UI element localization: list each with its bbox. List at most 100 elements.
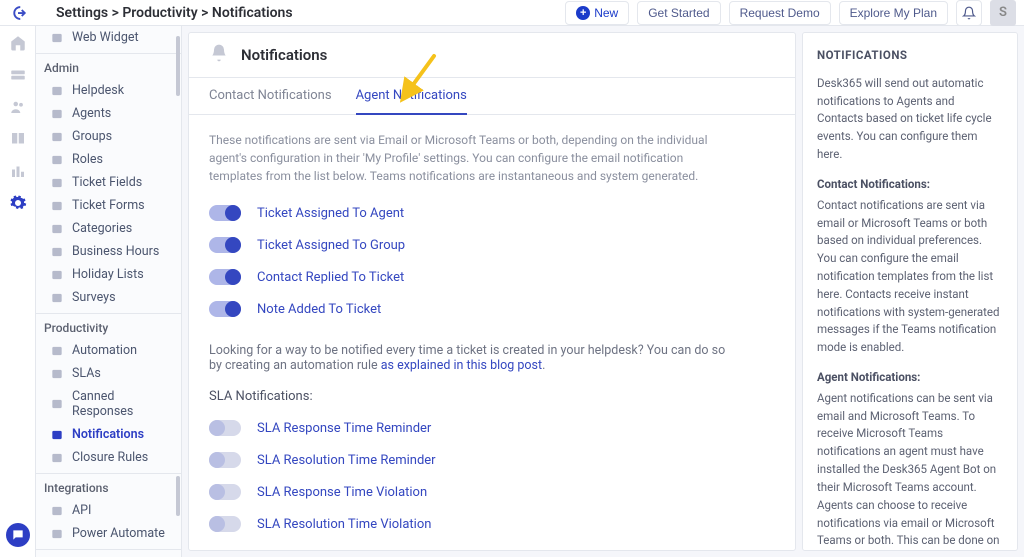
sidebar-item[interactable]: Closure Rules — [36, 446, 181, 469]
sidebar-item[interactable]: Automation — [36, 339, 181, 362]
sidebar-item-label: Business Hours — [72, 244, 159, 259]
sidebar-item-icon — [50, 176, 64, 190]
sidebar-item[interactable]: Surveys — [36, 286, 181, 309]
topbar: Settings > Productivity > Notifications … — [0, 0, 1024, 26]
rail-kb-icon[interactable] — [9, 130, 27, 148]
sidebar-item-icon — [50, 84, 64, 98]
sidebar-item-icon — [50, 527, 64, 541]
rail-reports-icon[interactable] — [9, 162, 27, 180]
sidebar-item[interactable]: SLAs — [36, 362, 181, 385]
rail-settings-icon[interactable] — [9, 194, 27, 212]
notifications-bell-icon[interactable] — [956, 0, 982, 26]
sidebar-item-icon — [50, 428, 64, 442]
sidebar-item-icon — [50, 504, 64, 518]
notification-row: Ticket Assigned To Group — [209, 229, 775, 261]
notification-label[interactable]: SLA Response Time Reminder — [257, 421, 431, 436]
notification-row: Note Added To Ticket — [209, 293, 775, 325]
sidebar-item-icon — [50, 199, 64, 213]
sidebar-item[interactable]: Notifications — [36, 423, 181, 446]
get-started-button[interactable]: Get Started — [637, 1, 720, 25]
new-button[interactable]: + New — [565, 1, 629, 25]
sidebar-item[interactable]: Helpdesk — [36, 79, 181, 102]
sidebar-item-label: Canned Responses — [72, 389, 175, 419]
sidebar-item[interactable]: API — [36, 499, 181, 522]
notification-row: Ticket Assigned To Agent — [209, 197, 775, 229]
tab-contact-notifications[interactable]: Contact Notifications — [209, 88, 332, 114]
icon-rail — [0, 26, 36, 557]
notification-row: SLA Response Time Violation — [209, 476, 775, 508]
sidebar-item-label: Roles — [72, 152, 103, 167]
sidebar-heading: Account — [36, 549, 181, 557]
sidebar-item-icon — [50, 291, 64, 305]
sidebar-item-icon — [50, 397, 64, 411]
sidebar-item[interactable]: Roles — [36, 148, 181, 171]
sidebar-item[interactable]: Power Automate — [36, 522, 181, 545]
toggle-switch[interactable] — [209, 420, 241, 436]
plus-icon: + — [576, 6, 590, 20]
sidebar-item-label: Helpdesk — [72, 83, 124, 98]
sla-toggle-list: SLA Response Time Reminder SLA Resolution… — [189, 408, 795, 544]
sidebar-item[interactable]: Holiday Lists — [36, 263, 181, 286]
toggle-switch[interactable] — [209, 484, 241, 500]
scrollbar-thumb[interactable] — [176, 476, 180, 516]
explore-plan-button[interactable]: Explore My Plan — [839, 1, 948, 25]
bell-icon — [209, 43, 229, 67]
notification-tabs: Contact Notifications Agent Notification… — [189, 78, 795, 115]
toggle-switch[interactable] — [209, 516, 241, 532]
toggle-switch[interactable] — [209, 269, 241, 285]
sidebar-item[interactable]: Groups — [36, 125, 181, 148]
notification-label[interactable]: SLA Resolution Time Reminder — [257, 453, 436, 468]
sidebar-item-icon — [50, 268, 64, 282]
user-avatar[interactable]: S — [990, 0, 1016, 26]
sidebar-item[interactable]: Ticket Forms — [36, 194, 181, 217]
notification-label[interactable]: SLA Response Time Violation — [257, 485, 427, 500]
sidebar-item[interactable]: Ticket Fields — [36, 171, 181, 194]
toggle-switch[interactable] — [209, 452, 241, 468]
page-title: Notifications — [241, 46, 327, 64]
notification-label[interactable]: Contact Replied To Ticket — [257, 270, 404, 285]
chat-widget-icon[interactable] — [6, 523, 30, 547]
sidebar-item-icon — [50, 130, 64, 144]
tab-agent-notifications[interactable]: Agent Notifications — [356, 88, 467, 115]
sidebar-item-label: Ticket Fields — [72, 175, 142, 190]
notification-label[interactable]: Note Added To Ticket — [257, 302, 381, 317]
sidebar-item-label: Power Automate — [72, 526, 165, 541]
app-logo-icon — [8, 3, 28, 23]
sidebar-item-label: Automation — [72, 343, 137, 358]
breadcrumb: Settings > Productivity > Notifications — [56, 5, 293, 21]
notification-row: SLA Response Time Reminder — [209, 412, 775, 444]
sidebar-item-icon — [50, 31, 64, 45]
notification-row: SLA Resolution Time Reminder — [209, 444, 775, 476]
sidebar-item-label: Surveys — [72, 290, 116, 305]
help-title: NOTIFICATIONS — [817, 47, 1003, 65]
hint-link[interactable]: as explained in this blog post — [381, 358, 542, 373]
notification-label[interactable]: Ticket Assigned To Agent — [257, 206, 404, 221]
content-panel: Notifications Contact Notifications Agen… — [188, 32, 796, 551]
sidebar-item[interactable]: Categories — [36, 217, 181, 240]
sidebar-item-label: API — [72, 503, 91, 518]
rail-tickets-icon[interactable] — [9, 66, 27, 84]
sidebar-item-label: SLAs — [72, 366, 101, 381]
sidebar-heading: Productivity — [36, 313, 181, 339]
sidebar-item[interactable]: Agents — [36, 102, 181, 125]
notification-label[interactable]: SLA Resolution Time Violation — [257, 517, 431, 532]
scrollbar-thumb[interactable] — [176, 36, 180, 96]
toggle-switch[interactable] — [209, 237, 241, 253]
help-intro: Desk365 will send out automatic notifica… — [817, 75, 1003, 164]
request-demo-button[interactable]: Request Demo — [729, 1, 831, 25]
sidebar-item-icon — [50, 344, 64, 358]
sidebar-item[interactable]: Web Widget — [36, 26, 181, 49]
sidebar-item-label: Ticket Forms — [72, 198, 145, 213]
notification-label[interactable]: Ticket Assigned To Group — [257, 238, 405, 253]
sidebar-item[interactable]: Business Hours — [36, 240, 181, 263]
notification-row: Contact Replied To Ticket — [209, 261, 775, 293]
hint-suffix: . — [542, 358, 545, 373]
rail-home-icon[interactable] — [9, 34, 27, 52]
tab-description: These notifications are sent via Email o… — [189, 115, 749, 193]
toggle-switch[interactable] — [209, 301, 241, 317]
rail-contacts-icon[interactable] — [9, 98, 27, 116]
sidebar-item[interactable]: Canned Responses — [36, 385, 181, 423]
sidebar-item-label: Closure Rules — [72, 450, 148, 465]
toggle-switch[interactable] — [209, 205, 241, 221]
sla-section-heading: SLA Notifications: — [189, 379, 795, 408]
